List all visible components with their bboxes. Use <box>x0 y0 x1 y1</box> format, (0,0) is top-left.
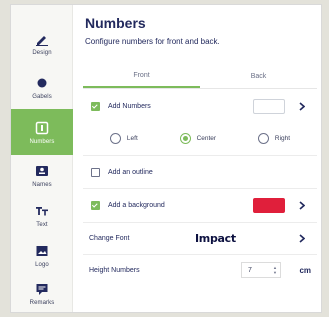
add-background-label: Add a background <box>108 201 165 209</box>
sidebar-item-label: Design <box>32 49 52 56</box>
align-left-radio[interactable]: Left <box>109 132 138 144</box>
align-right-radio[interactable]: Right <box>257 132 291 144</box>
sidebar: Design Gabels Numbers Names Text Logo Re… <box>11 5 73 312</box>
align-left-label: Left <box>126 134 138 142</box>
circle-icon <box>34 75 50 91</box>
change-font-label: Change Font <box>89 234 130 242</box>
background-color-swatch[interactable] <box>253 197 285 213</box>
height-value[interactable]: 7 <box>248 267 270 274</box>
sidebar-item-label: Text <box>36 221 48 228</box>
main-content: Numbers Configure numbers for front and … <box>83 5 317 312</box>
sidebar-item-numbers[interactable]: Numbers <box>11 109 73 155</box>
height-unit: cm <box>299 265 311 275</box>
add-outline-label: Add an outline <box>108 168 153 176</box>
chevron-right-icon[interactable] <box>297 198 307 212</box>
sidebar-item-remarks[interactable]: Remarks <box>11 273 73 312</box>
sidebar-item-label: Gabels <box>32 93 52 100</box>
pen-icon <box>34 31 50 47</box>
chevron-right-icon[interactable] <box>297 231 307 245</box>
alignment-row: Left Center Right <box>83 125 317 151</box>
change-font-row[interactable]: Change Font Impact <box>83 225 317 251</box>
add-outline-row: Add an outline <box>83 160 317 184</box>
divider <box>83 155 317 156</box>
sidebar-item-label: Logo <box>35 261 49 268</box>
sidebar-item-label: Numbers <box>29 138 55 145</box>
user-card-icon <box>34 163 50 179</box>
divider <box>83 254 317 255</box>
numbers-panel: Design Gabels Numbers Names Text Logo Re… <box>10 4 322 313</box>
sidebar-item-names[interactable]: Names <box>11 155 73 195</box>
divider <box>83 222 317 223</box>
sidebar-item-logo[interactable]: Logo <box>11 235 73 275</box>
image-icon <box>34 243 50 259</box>
alignment-radio-group: Left Center Right <box>83 132 317 144</box>
add-numbers-label: Add Numbers <box>108 102 151 110</box>
sidebar-item-gabels[interactable]: Gabels <box>11 67 73 107</box>
radio-dot <box>179 132 191 144</box>
align-right-label: Right <box>274 134 291 142</box>
number-color-swatch[interactable] <box>253 98 285 114</box>
comment-icon <box>34 281 50 297</box>
radio-dot <box>109 132 121 144</box>
add-numbers-row: Add Numbers <box>83 93 317 119</box>
add-outline-checkbox[interactable] <box>91 167 100 177</box>
add-background-row: Add a background <box>83 191 317 219</box>
radio-dot <box>257 132 269 144</box>
page-title: Numbers <box>85 15 146 31</box>
divider <box>83 188 317 189</box>
page-subtitle: Configure numbers for front and back. <box>85 37 220 46</box>
tab-front[interactable]: Front <box>83 65 200 88</box>
align-center-label: Center <box>196 134 217 142</box>
numbers-icon <box>34 120 50 136</box>
add-background-checkbox[interactable] <box>91 200 100 210</box>
stepper-arrows-icon[interactable]: ▲ ▼ <box>270 265 280 275</box>
height-label: Height Numbers <box>89 266 140 274</box>
tab-back[interactable]: Back <box>200 65 317 88</box>
add-numbers-checkbox[interactable] <box>91 101 100 111</box>
sidebar-item-label: Names <box>32 181 52 188</box>
side-tabs: Front Back <box>83 65 317 89</box>
height-row: Height Numbers 7 ▲ ▼ cm <box>83 257 317 283</box>
height-stepper[interactable]: 7 ▲ ▼ <box>241 262 281 278</box>
align-center-radio[interactable]: Center <box>179 132 217 144</box>
font-preview: Impact <box>195 231 236 245</box>
sidebar-item-label: Remarks <box>29 299 55 306</box>
sidebar-item-design[interactable]: Design <box>11 23 73 63</box>
sidebar-item-text[interactable]: Text <box>11 195 73 235</box>
text-icon <box>34 203 50 219</box>
chevron-right-icon[interactable] <box>297 99 307 113</box>
